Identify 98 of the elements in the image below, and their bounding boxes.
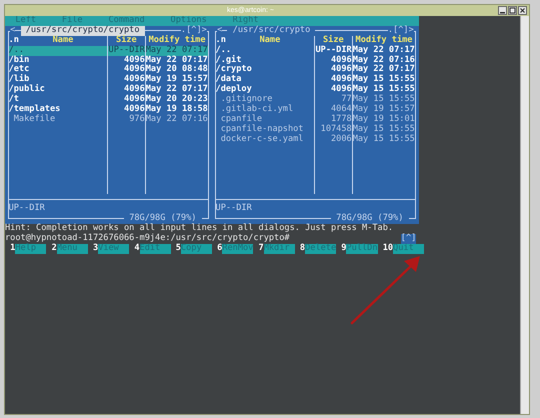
- file-size: 107458: [320, 124, 352, 134]
- file-row[interactable]: /deploy 4096May 15 15:55: [216, 85, 416, 96]
- file-name: Makefile: [12, 114, 56, 125]
- hint-text: Hint: Completion works on all input lines in all dialogs. Just press M-Tab.: [5, 224, 394, 234]
- file-time: May 22 07:17: [146, 56, 208, 65]
- history-button[interactable]: [^]: [400, 234, 416, 244]
- file-row[interactable]: /templates 4096May 19 18:58: [8, 105, 208, 115]
- file-time: May 19 18:58: [146, 105, 208, 114]
- file-size: 4096: [124, 56, 145, 65]
- file-time: May 15 15:55: [352, 124, 415, 134]
- file-name: /etc: [8, 65, 30, 74]
- file-time: May 20 20:23: [146, 95, 208, 104]
- annotation-arrow: [350, 255, 422, 325]
- file-size: 4096: [331, 85, 352, 94]
- file-time: May 15 15:55: [352, 95, 415, 104]
- file-row[interactable]: cpanfile-napshot 107458May 15 15:55: [216, 124, 416, 135]
- sort-indicator[interactable]: .n: [8, 36, 19, 46]
- column-header[interactable]: Name: [226, 36, 314, 46]
- file-size: 4096: [331, 56, 352, 65]
- sort-indicator[interactable]: .n: [216, 36, 226, 46]
- file-size: 4096: [124, 105, 145, 114]
- disk-usage: 78G/98G (79%): [335, 214, 404, 224]
- file-time: May 15 15:55: [352, 75, 415, 84]
- file-size: 4096: [124, 65, 145, 74]
- file-name: .gitlab-ci.yml: [220, 105, 294, 114]
- status-text: UP--DIR: [8, 204, 45, 214]
- file-size: UP--DIR: [108, 46, 145, 56]
- file-time: May 19 15:01: [352, 114, 415, 124]
- disk-usage: 78G/98G (79%): [128, 214, 198, 223]
- minimize-icon[interactable]: [498, 6, 507, 15]
- panel-controls[interactable]: .[^]>: [180, 26, 207, 36]
- file-row[interactable]: /bin 4096May 22 07:17: [8, 56, 208, 66]
- command-prompt[interactable]: root@hypnotoad-1172676066-m9j4e:/usr/src/crypto/crypto#: [5, 234, 290, 244]
- file-name: /lib: [8, 75, 30, 84]
- scrollbar[interactable]: [520, 16, 529, 414]
- file-row[interactable]: /t 4096May 20 20:23: [8, 95, 208, 106]
- file-time: May 22 07:16: [146, 114, 208, 125]
- file-time: May 15 15:55: [352, 134, 415, 145]
- history-arrow[interactable]: <: [10, 26, 16, 36]
- file-name: /bin: [8, 56, 30, 65]
- file-row[interactable]: /.. UP--DIRMay 22 07:17: [216, 46, 416, 56]
- file-row[interactable]: /etc 4096May 20 08:48: [8, 65, 208, 76]
- file-row[interactable]: docker-c-se.yaml 2006May 15 15:55: [216, 134, 416, 145]
- file-size: 2006: [331, 134, 352, 145]
- file-row[interactable]: .gitignore 77 May 15 15:55: [216, 95, 416, 106]
- file-size: 976: [129, 114, 145, 125]
- file-row[interactable]: /lib 4096May 19 15:57: [8, 75, 208, 86]
- file-name: /.git: [216, 56, 242, 65]
- status-text: UP--DIR: [216, 204, 252, 214]
- column-header[interactable]: Name: [18, 36, 107, 46]
- column-header[interactable]: Modify time: [148, 36, 206, 46]
- file-name: /templates: [8, 105, 60, 114]
- file-name: /deploy: [216, 85, 252, 94]
- file-name: docker-c-se.yaml: [220, 134, 304, 145]
- file-row[interactable]: /.git 4096May 22 07:16: [216, 56, 416, 66]
- file-name: /..: [8, 46, 24, 55]
- panel-controls[interactable]: .[^]>: [388, 26, 414, 36]
- column-header[interactable]: Size: [116, 36, 137, 46]
- file-size: 77: [341, 95, 352, 104]
- file-row[interactable]: /data 4096May 15 15:55: [216, 75, 416, 86]
- file-time: May 22 07:17: [146, 85, 208, 94]
- file-size: 1778: [331, 114, 352, 124]
- file-time: May 22 07:16: [352, 56, 415, 65]
- file-size: 4096: [124, 85, 145, 94]
- file-row[interactable]: /public 4096May 22 07:17: [8, 85, 208, 96]
- file-name: /public: [8, 85, 45, 94]
- file-size: 4096: [124, 95, 145, 104]
- file-size: 4096: [124, 75, 145, 84]
- path-label: /usr/src/crypto: [232, 26, 312, 36]
- close-icon[interactable]: [518, 6, 527, 15]
- column-header[interactable]: Size: [322, 36, 344, 46]
- file-time: May 19 15:57: [352, 105, 415, 114]
- file-time: May 22 07:17: [352, 46, 415, 56]
- file-row[interactable]: /crypto 4096May 22 07:17: [216, 65, 416, 76]
- column-header[interactable]: Modify time: [356, 36, 412, 46]
- file-time: May 22 07:17: [146, 46, 208, 56]
- file-name: /..: [216, 46, 232, 55]
- file-time: May 15 15:55: [352, 85, 415, 94]
- file-row[interactable]: Makefile 976May 22 07:16: [8, 114, 208, 125]
- file-name: cpanfile-napshot: [220, 124, 304, 134]
- file-size: 4064: [331, 105, 352, 114]
- file-name: /data: [216, 75, 242, 84]
- file-time: May 22 07:17: [352, 65, 415, 74]
- file-row[interactable]: cpanfile 1778May 19 15:01: [216, 114, 416, 125]
- file-size: UP--DIR: [315, 46, 352, 56]
- file-row[interactable]: /.. UP--DIRMay 22 07:17: [8, 46, 208, 56]
- history-arrow[interactable]: <: [217, 26, 222, 36]
- file-name: cpanfile: [220, 114, 262, 124]
- file-name: /t: [8, 95, 19, 104]
- file-size: 4096: [331, 65, 352, 74]
- file-size: 4096: [331, 75, 352, 84]
- file-time: May 20 08:48: [146, 65, 208, 74]
- file-name: /crypto: [216, 65, 252, 74]
- file-time: May 19 15:57: [146, 75, 208, 84]
- path-label: /usr/src/crypto/crypto: [20, 26, 145, 36]
- file-row[interactable]: .gitlab-ci.yml 4064May 19 15:57: [216, 105, 416, 115]
- file-name: .gitignore: [220, 95, 272, 104]
- maximize-icon[interactable]: [508, 6, 517, 15]
